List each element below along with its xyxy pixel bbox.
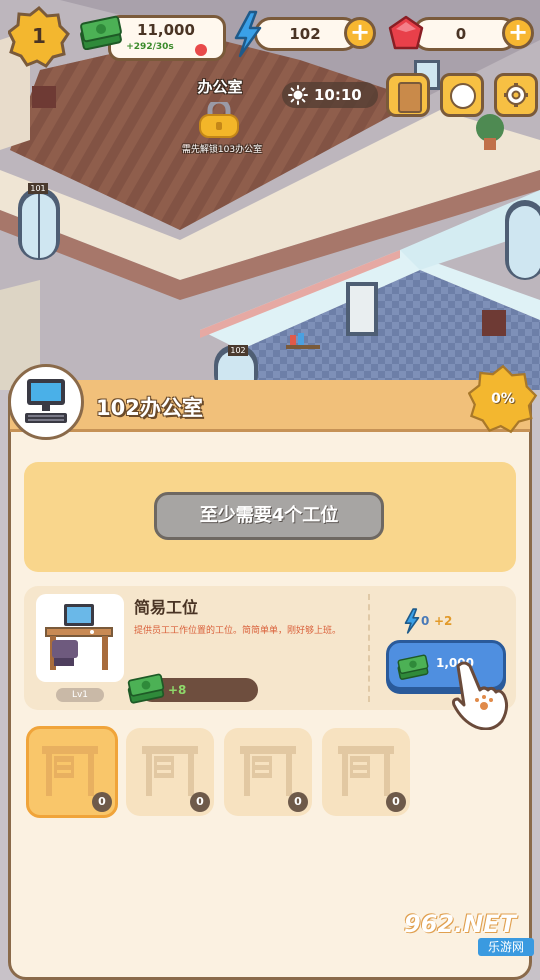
desk-icon bbox=[40, 598, 120, 678]
slot-count: 0 bbox=[288, 792, 308, 812]
door-plate: 102 bbox=[228, 345, 248, 356]
energy-cost: 0 bbox=[421, 614, 430, 628]
sun-icon bbox=[288, 85, 308, 105]
cash-rate: +292/30s bbox=[126, 42, 174, 52]
gem-icon bbox=[386, 14, 426, 54]
energy-gain: +2 bbox=[434, 614, 453, 628]
cash-boost-dot[interactable] bbox=[195, 44, 207, 56]
cash-icon bbox=[396, 650, 430, 680]
computer-icon bbox=[8, 364, 84, 440]
item-income: +8 bbox=[168, 683, 187, 697]
progress-value: 0% bbox=[491, 391, 515, 407]
book-button[interactable] bbox=[386, 73, 430, 117]
locked-room-label: 办公室 bbox=[197, 78, 243, 96]
desk-icon bbox=[336, 742, 396, 800]
watermark-brand: 962.NET bbox=[404, 910, 517, 938]
gem-amount: 0 bbox=[455, 25, 467, 43]
card-divider bbox=[368, 594, 370, 702]
lock-icon[interactable] bbox=[196, 102, 242, 138]
desk-icon bbox=[140, 742, 200, 800]
slot-count: 0 bbox=[190, 792, 210, 812]
add-gems-button[interactable]: + bbox=[502, 17, 534, 49]
slot-count: 0 bbox=[386, 792, 406, 812]
requirement-button[interactable]: 至少需要4个工位 bbox=[154, 492, 384, 540]
face-icon bbox=[450, 83, 476, 109]
lightning-icon bbox=[230, 10, 266, 58]
clock-time: 10:10 bbox=[314, 86, 362, 104]
energy-amount: 102 bbox=[289, 25, 321, 43]
mood-button[interactable] bbox=[440, 73, 484, 117]
panel-title: 102办公室 bbox=[96, 396, 203, 420]
level-value: 1 bbox=[32, 24, 46, 48]
settings-button[interactable] bbox=[494, 73, 538, 117]
game-world[interactable]: 101 102 办公室 需先解锁103办公室 bbox=[0, 0, 540, 390]
cash-icon bbox=[126, 668, 166, 704]
add-energy-button[interactable]: + bbox=[344, 17, 376, 49]
item-description: 提供员工工作位置的工位。简简单单，刚好够上班。 bbox=[134, 626, 342, 636]
lightning-icon bbox=[402, 608, 422, 634]
hand-pointer-icon bbox=[444, 660, 512, 731]
room-panel-header bbox=[10, 380, 530, 432]
door-plate: 101 bbox=[28, 183, 48, 194]
office-map bbox=[0, 0, 540, 390]
slot-count: 0 bbox=[92, 792, 112, 812]
cash-amount: 11,000 bbox=[137, 21, 195, 39]
item-level: Lv1 bbox=[56, 688, 104, 702]
watermark-sub: 乐游网 bbox=[478, 938, 534, 956]
gear-icon bbox=[503, 82, 529, 108]
desk-icon bbox=[40, 742, 100, 800]
item-name: 简易工位 bbox=[134, 598, 199, 617]
book-icon bbox=[398, 82, 422, 113]
cash-icon bbox=[78, 10, 124, 51]
locked-room-hint: 需先解锁103办公室 bbox=[181, 145, 263, 155]
desk-icon bbox=[238, 742, 298, 800]
